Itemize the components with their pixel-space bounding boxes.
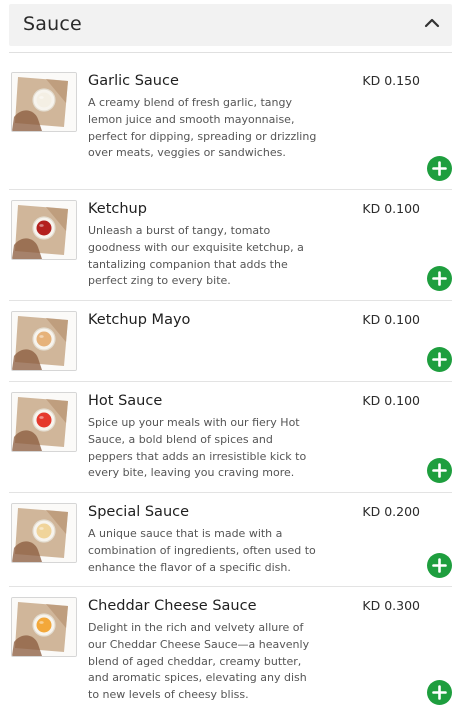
item-description: A creamy blend of fresh garlic, tangy le… [88, 96, 317, 160]
product-image [11, 503, 77, 563]
plus-icon [432, 161, 447, 176]
item-price: KD 0.100 [362, 201, 420, 216]
item-divider [9, 381, 452, 382]
sauce-cup-image [12, 393, 76, 451]
add-to-cart-button[interactable] [427, 347, 452, 372]
product-image [11, 392, 77, 452]
plus-icon [432, 352, 447, 367]
plus-icon [432, 271, 447, 286]
add-to-cart-button[interactable] [427, 458, 452, 483]
item-divider [9, 300, 452, 301]
menu-item-hot-sauce[interactable]: Hot Sauce Spice up your meals with our f… [9, 392, 452, 493]
item-name: Ketchup Mayo [88, 312, 191, 328]
item-divider [9, 586, 452, 587]
item-price: KD 0.100 [362, 393, 420, 408]
item-price: KD 0.200 [362, 504, 420, 519]
item-price: KD 0.300 [362, 598, 420, 613]
plus-icon [432, 463, 447, 478]
product-image [11, 200, 77, 260]
product-image [11, 597, 77, 657]
item-name: Hot Sauce [88, 393, 163, 409]
plus-icon [432, 558, 447, 573]
item-description: Spice up your meals with our fiery Hot S… [88, 416, 307, 480]
item-name: Cheddar Cheese Sauce [88, 598, 257, 614]
item-description: Delight in the rich and velvety allure o… [88, 621, 310, 702]
sauce-cup-image [12, 598, 76, 656]
item-description: Unleash a burst of tangy, tomato goodnes… [88, 224, 304, 288]
item-name: Ketchup [88, 201, 147, 217]
item-name: Special Sauce [88, 504, 190, 520]
menu-item-special-sauce[interactable]: Special Sauce A unique sauce that is mad… [9, 503, 452, 587]
product-image [11, 72, 77, 132]
item-divider [9, 492, 452, 493]
item-divider [9, 189, 452, 190]
sauce-cup-image [12, 73, 76, 131]
plus-icon [432, 685, 447, 700]
add-to-cart-button[interactable] [427, 553, 452, 578]
sauce-cup-image [12, 504, 76, 562]
add-to-cart-button[interactable] [427, 266, 452, 291]
item-price: KD 0.100 [362, 312, 420, 327]
header-divider [9, 52, 452, 53]
add-to-cart-button[interactable] [427, 680, 452, 705]
add-to-cart-button[interactable] [427, 156, 452, 181]
item-description: A unique sauce that is made with a combi… [88, 527, 316, 574]
section-title: Sauce [23, 13, 82, 35]
menu-item-cheddar-cheese-sauce[interactable]: Cheddar Cheese Sauce Delight in the rich… [9, 597, 452, 719]
product-image [11, 311, 77, 371]
chevron-up-icon[interactable] [424, 15, 440, 29]
item-name: Garlic Sauce [88, 73, 179, 89]
sauce-cup-image [12, 312, 76, 370]
item-price: KD 0.150 [362, 73, 420, 88]
section-header[interactable]: Sauce [9, 4, 452, 46]
menu-item-ketchup[interactable]: Ketchup Unleash a burst of tangy, tomato… [9, 200, 452, 301]
sauce-cup-image [12, 201, 76, 259]
menu-item-garlic-sauce[interactable]: Garlic Sauce A creamy blend of fresh gar… [9, 72, 452, 190]
menu-item-ketchup-mayo[interactable]: Ketchup Mayo KD 0.100 [9, 311, 452, 382]
